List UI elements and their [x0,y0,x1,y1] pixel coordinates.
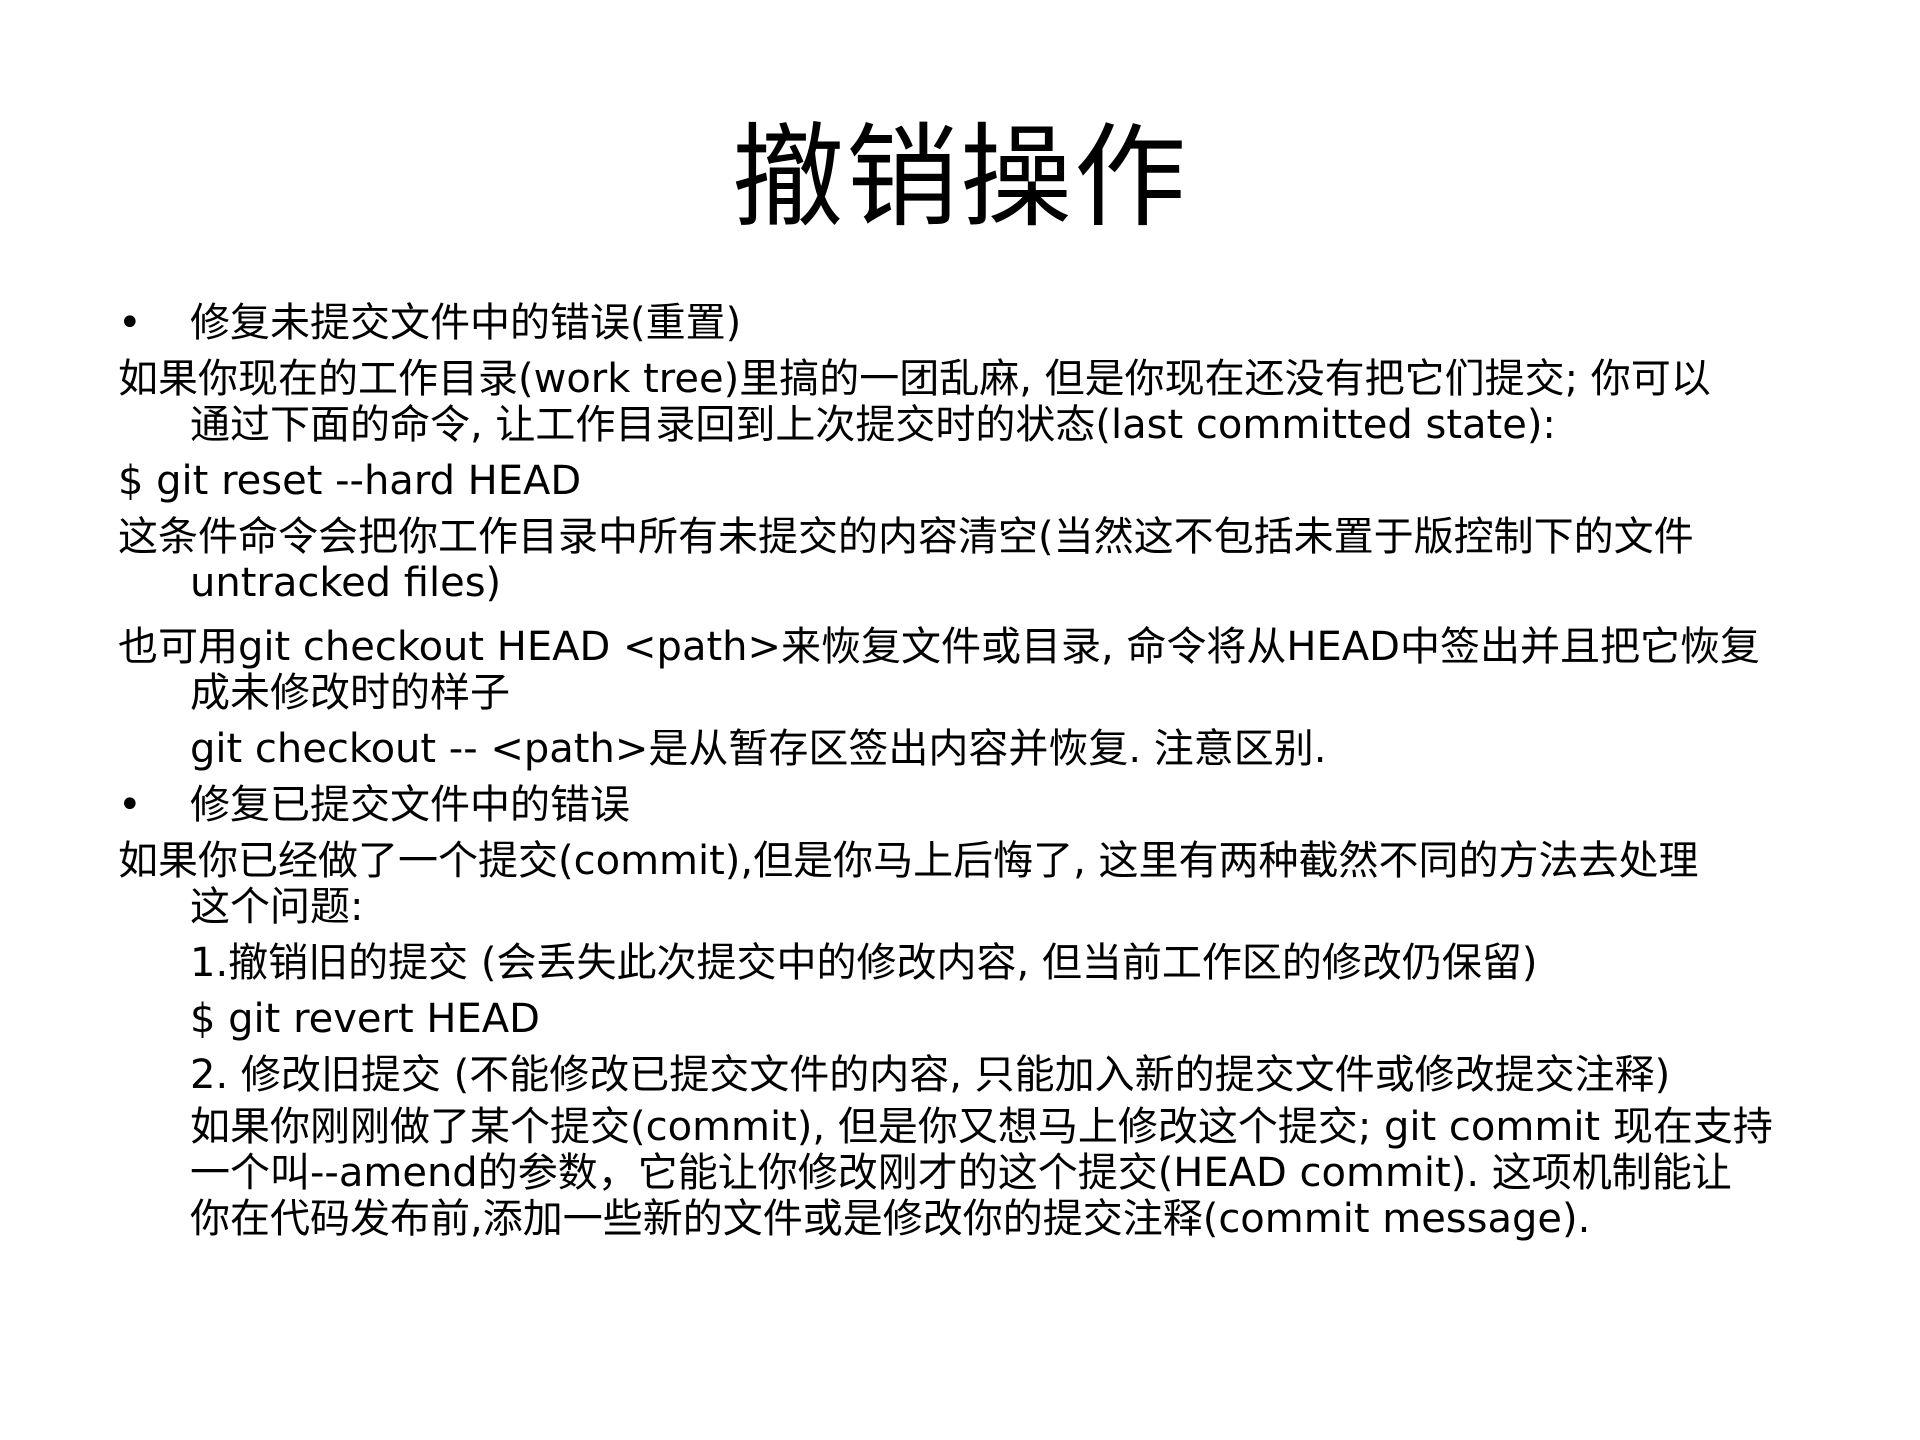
text-line: 也可用git checkout HEAD <path>来恢复文件或目录, 命令将… [118,624,1760,670]
text-line: 通过下面的命令, 让工作目录回到上次提交时的状态(last committed … [190,402,1556,448]
option-2: 2. 修改旧提交 (不能修改已提交文件的内容, 只能加入新的提交文件或修改提交注… [118,1052,1838,1098]
bullet-icon: • [118,300,142,346]
text-line: 这个问题: [190,884,364,930]
text-line: 这条件命令会把你工作目录中所有未提交的内容清空(当然这不包括未置于版控制下的文件 [118,514,1694,560]
section2-paragraph-1: 如果你已经做了一个提交(commit),但是你马上后悔了, 这里有两种截然不同的… [118,838,1838,930]
slide-body: • 修复未提交文件中的错误(重置) 如果你现在的工作目录(work tree)里… [118,290,1838,1242]
section1-paragraph-4: git checkout -- <path>是从暂存区签出内容并恢复. 注意区别… [118,726,1838,772]
section2-paragraph-2: 如果你刚刚做了某个提交(commit), 但是你又想马上修改这个提交; git … [118,1104,1838,1242]
slide: 撤销操作 • 修复未提交文件中的错误(重置) 如果你现在的工作目录(work t… [0,0,1920,1440]
revert-command: $ git revert HEAD [118,996,1838,1042]
slide-title: 撤销操作 [732,113,1188,243]
text-line: 一个叫--amend的参数，它能让你修改刚才的这个提交(HEAD commit)… [190,1150,1732,1196]
text-line: 1.撤销旧的提交 (会丢失此次提交中的修改内容, 但当前工作区的修改仍保留) [190,940,1538,986]
text-line: 2. 修改旧提交 (不能修改已提交文件的内容, 只能加入新的提交文件或修改提交注… [190,1052,1671,1098]
text-line: git checkout -- <path>是从暂存区签出内容并恢复. 注意区别… [190,726,1327,772]
section1-paragraph-2: 这条件命令会把你工作目录中所有未提交的内容清空(当然这不包括未置于版控制下的文件… [118,514,1838,606]
text-line: 成未修改时的样子 [190,670,510,716]
section1-paragraph-3: 也可用git checkout HEAD <path>来恢复文件或目录, 命令将… [118,624,1838,716]
reset-command: $ git reset --hard HEAD [118,458,1838,504]
text-line: 你在代码发布前,添加一些新的文件或是修改你的提交注释(commit messag… [190,1196,1591,1242]
bullet-icon: • [118,782,142,828]
section1-heading: 修复未提交文件中的错误(重置) [190,300,742,346]
text-line: 如果你现在的工作目录(work tree)里搞的一团乱麻, 但是你现在还没有把它… [118,356,1711,402]
section2-bullet: • 修复已提交文件中的错误 [118,782,1838,828]
text-line: untracked files) [190,560,502,606]
command-line: $ git revert HEAD [190,996,540,1042]
option-1: 1.撤销旧的提交 (会丢失此次提交中的修改内容, 但当前工作区的修改仍保留) [118,940,1838,986]
section1-bullet: • 修复未提交文件中的错误(重置) [118,300,1838,346]
section1-paragraph-1: 如果你现在的工作目录(work tree)里搞的一团乱麻, 但是你现在还没有把它… [118,356,1838,448]
command-line: $ git reset --hard HEAD [118,458,582,504]
section2-heading: 修复已提交文件中的错误 [190,782,630,828]
text-line: 如果你刚刚做了某个提交(commit), 但是你又想马上修改这个提交; git … [190,1104,1773,1150]
text-line: 如果你已经做了一个提交(commit),但是你马上后悔了, 这里有两种截然不同的… [118,838,1699,884]
